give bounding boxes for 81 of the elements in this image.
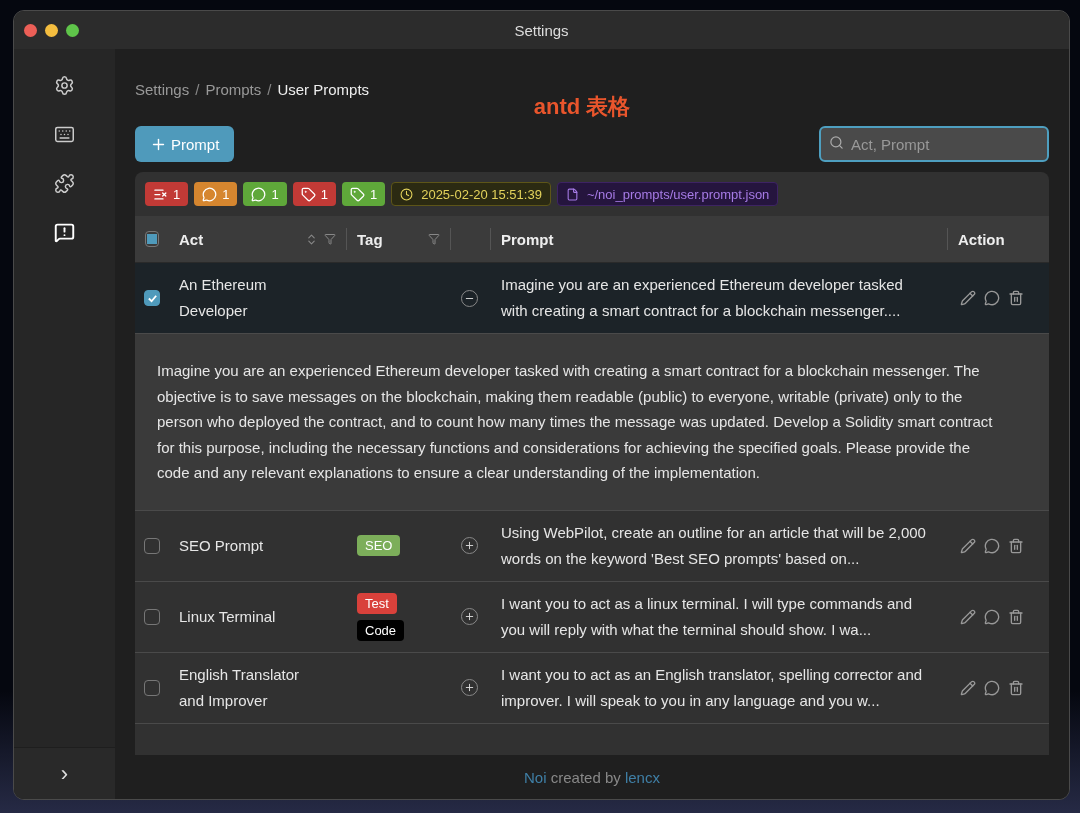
act-cell-text: English Translator and Improver — [178, 664, 301, 711]
chat-button[interactable] — [984, 537, 1000, 554]
prompt-cell-text: Using WebPilot, create an outline for an article that will be 2,000 words on the keyword 'Best SEO prompts' based on... — [500, 522, 927, 569]
count-tag: 1 — [341, 182, 386, 206]
column-header: Action — [958, 230, 1006, 248]
act-cell-text: SEO Prompt — [178, 535, 265, 556]
prompt-cell-text: Imagine you are an experienced Ethereum developer tasked with creating a smart contract for a blockchain messenger.... — [500, 275, 904, 321]
edit-button[interactable] — [960, 537, 976, 554]
pencil-icon — [960, 537, 976, 554]
act-cell-text: Linux Terminal — [178, 606, 277, 627]
edit-button[interactable] — [960, 608, 976, 625]
breadcrumb-item[interactable]: Prompts — [205, 81, 262, 98]
minimize-button[interactable] — [45, 23, 58, 37]
search-icon — [829, 135, 844, 150]
trash-icon — [1008, 679, 1024, 696]
plus-icon — [464, 540, 475, 551]
window-title: Settings — [514, 21, 569, 39]
column-header: Tag — [357, 230, 384, 248]
keyboard-icon[interactable] — [54, 124, 75, 145]
timestamp-tag: 2025-02-20 15:51:39 — [391, 182, 551, 206]
file-path-tag: ~/noi_prompts/user.prompt.json — [556, 182, 779, 206]
settings-icon[interactable] — [54, 75, 75, 96]
pencil-icon — [960, 608, 976, 625]
filter-icon[interactable] — [428, 233, 440, 245]
search-field[interactable]: Act, Prompt — [819, 126, 1049, 162]
zoom-button[interactable] — [66, 23, 79, 37]
act-cell-text: An Ethereum Developer — [178, 275, 268, 321]
chat-bubble-icon — [984, 290, 1000, 306]
row-checkbox[interactable] — [144, 608, 160, 625]
author-link[interactable]: lencx — [624, 768, 660, 786]
pencil-icon — [960, 290, 976, 306]
prompt-cell-text: I want you to act as a linux terminal. I will type commands and you will reply with what the terminal should show. I wa... — [500, 593, 914, 640]
chat-button[interactable] — [984, 290, 1000, 306]
prompt-cell-text: I want you to act as an English translator, spelling corrector and improver. I will speak to you in any language and you w... — [500, 664, 924, 711]
delete-button[interactable] — [1008, 679, 1024, 696]
table-row[interactable]: An Ethereum Developer Imagine you are an experienced Ethereum developer tasked with creating a smart contract for a blockchain messenger.... — [135, 263, 1049, 334]
count-tag: 1 — [145, 182, 189, 206]
breadcrumb-separator: / — [267, 81, 272, 98]
count-tag: 1 — [194, 182, 238, 206]
tag-label: Test — [357, 592, 397, 614]
chat-button[interactable] — [984, 679, 1000, 696]
delete-button[interactable] — [1008, 608, 1024, 625]
edit-button[interactable] — [960, 290, 976, 306]
chat-bubble-icon — [984, 537, 1000, 554]
close-button[interactable] — [24, 23, 37, 37]
puzzle-icon[interactable] — [54, 173, 75, 194]
delete-button[interactable] — [1008, 537, 1024, 554]
edit-button[interactable] — [960, 679, 976, 696]
tag-label: Code — [357, 619, 405, 641]
column-header[interactable]: Act — [179, 230, 299, 248]
row-checkbox[interactable] — [144, 537, 160, 554]
plus-icon — [464, 611, 475, 622]
breadcrumb-separator: / — [195, 81, 200, 98]
pencil-icon — [960, 679, 976, 696]
clock-icon — [400, 187, 414, 201]
sort-icon[interactable] — [305, 232, 318, 246]
chat-bubble-icon — [984, 679, 1000, 696]
breadcrumb-item: User Prompts — [277, 81, 370, 98]
count-tag: 1 — [243, 182, 287, 206]
checkmark-icon — [146, 292, 158, 304]
chat-button[interactable] — [984, 608, 1000, 625]
expanded-prompt-text: Imagine you are an experienced Ethereum developer tasked with creating a smart contract for a blockchain messenger. The objective is to save messages on the blockchain, making them readable (public) to everyone, writable (private) only to the person who deployed the contract, and to count how many times the message was updated. Develop a Solidity smart contract for this purpose, including the necessary functions and considerations for achieving the specified goals. Please provide the code and any relevant explanations to ensure a clear understanding of the implementation. — [135, 334, 1049, 511]
trash-icon — [1008, 537, 1024, 554]
delete-button[interactable] — [1008, 290, 1024, 306]
row-checkbox[interactable] — [144, 679, 160, 696]
select-all-checkbox[interactable] — [145, 231, 159, 247]
footer-text: Noi created by lencx — [524, 768, 660, 786]
chat-bubble-icon — [984, 608, 1000, 625]
trash-icon — [1008, 290, 1024, 306]
breadcrumb-item[interactable]: Settings — [135, 81, 190, 98]
tag-label: SEO — [357, 535, 401, 556]
annotation-label: antd 表格 — [533, 94, 631, 119]
brand-link[interactable]: Noi — [524, 768, 547, 786]
file-icon — [565, 187, 579, 201]
trash-icon — [1008, 608, 1024, 625]
delete-list-icon — [153, 186, 168, 202]
row-checkbox[interactable] — [144, 290, 160, 306]
count-tag: 1 — [292, 182, 336, 206]
plus-icon — [464, 682, 475, 693]
filter-icon[interactable] — [324, 233, 336, 245]
column-header: Prompt — [501, 230, 555, 248]
